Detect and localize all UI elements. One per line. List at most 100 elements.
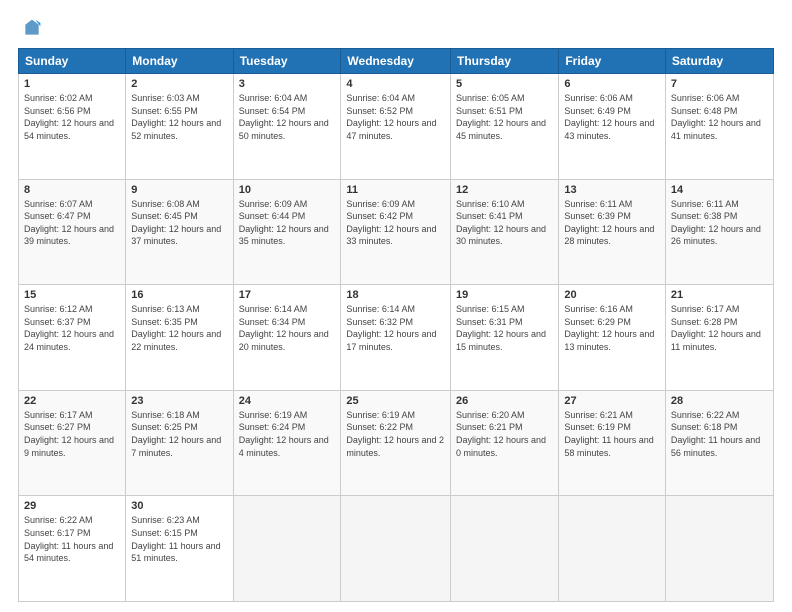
day-number: 11 [346, 184, 445, 196]
calendar-cell: 11 Sunrise: 6:09 AMSunset: 6:42 PMDayligh… [341, 179, 451, 285]
day-number: 7 [671, 78, 768, 90]
day-number: 19 [456, 289, 553, 301]
calendar-cell: 25Sunrise: 6:19 AMSunset: 6:22 PMDayligh… [341, 390, 451, 496]
day-info: Sunrise: 6:11 AMSunset: 6:38 PMDaylight:… [671, 198, 768, 248]
calendar-cell: 13 Sunrise: 6:11 AMSunset: 6:39 PMDayligh… [559, 179, 666, 285]
day-number: 26 [456, 395, 553, 407]
day-info: Sunrise: 6:21 AMSunset: 6:19 PMDaylight:… [564, 409, 660, 459]
day-number: 21 [671, 289, 768, 301]
day-info: Sunrise: 6:18 AMSunset: 6:25 PMDaylight:… [131, 409, 227, 459]
calendar-cell: 10Sunrise: 6:09 AMSunset: 6:44 PMDayligh… [233, 179, 341, 285]
day-number: 17 [239, 289, 336, 301]
calendar-cell [665, 496, 773, 602]
calendar-cell: 9Sunrise: 6:08 AMSunset: 6:45 PMDaylight… [126, 179, 233, 285]
day-number: 27 [564, 395, 660, 407]
header [18, 18, 774, 38]
calendar-cell: 12Sunrise: 6:10 AMSunset: 6:41 PMDayligh… [451, 179, 559, 285]
day-info: Sunrise: 6:19 AMSunset: 6:24 PMDaylight:… [239, 409, 336, 459]
calendar-cell: 2 Sunrise: 6:03 AMSunset: 6:55 PMDaylight… [126, 74, 233, 180]
day-number: 30 [131, 500, 227, 512]
day-number: 25 [346, 395, 445, 407]
calendar-cell: 4 Sunrise: 6:04 AMSunset: 6:52 PMDaylight… [341, 74, 451, 180]
day-number: 20 [564, 289, 660, 301]
day-header-wednesday: Wednesday [341, 49, 451, 74]
day-header-sunday: Sunday [19, 49, 126, 74]
calendar-cell: 28 Sunrise: 6:22 AMSunset: 6:18 PMDayligh… [665, 390, 773, 496]
calendar-week-row: 15 Sunrise: 6:12 AMSunset: 6:37 PMDayligh… [19, 285, 774, 391]
calendar-cell: 5 Sunrise: 6:05 AMSunset: 6:51 PMDaylight… [451, 74, 559, 180]
calendar-week-row: 8Sunrise: 6:07 AMSunset: 6:47 PMDaylight… [19, 179, 774, 285]
day-info: Sunrise: 6:09 AMSunset: 6:42 PMDaylight:… [346, 198, 445, 248]
day-number: 24 [239, 395, 336, 407]
calendar-cell: 1Sunrise: 6:02 AMSunset: 6:56 PMDaylight… [19, 74, 126, 180]
day-info: Sunrise: 6:05 AMSunset: 6:51 PMDaylight:… [456, 92, 553, 142]
calendar-cell: 8Sunrise: 6:07 AMSunset: 6:47 PMDaylight… [19, 179, 126, 285]
day-number: 23 [131, 395, 227, 407]
day-info: Sunrise: 6:15 AMSunset: 6:31 PMDaylight:… [456, 303, 553, 353]
calendar-cell: 6 Sunrise: 6:06 AMSunset: 6:49 PMDaylight… [559, 74, 666, 180]
day-number: 28 [671, 395, 768, 407]
calendar-cell: 23 Sunrise: 6:18 AMSunset: 6:25 PMDayligh… [126, 390, 233, 496]
day-number: 8 [24, 184, 120, 196]
day-number: 4 [346, 78, 445, 90]
day-number: 22 [24, 395, 120, 407]
day-info: Sunrise: 6:22 AMSunset: 6:18 PMDaylight:… [671, 409, 768, 459]
day-number: 6 [564, 78, 660, 90]
day-info: Sunrise: 6:14 AMSunset: 6:32 PMDaylight:… [346, 303, 445, 353]
day-number: 12 [456, 184, 553, 196]
calendar-cell: 26 Sunrise: 6:20 AMSunset: 6:21 PMDayligh… [451, 390, 559, 496]
day-number: 14 [671, 184, 768, 196]
day-number: 9 [131, 184, 227, 196]
logo-icon [22, 18, 42, 38]
day-info: Sunrise: 6:12 AMSunset: 6:37 PMDaylight:… [24, 303, 120, 353]
calendar-cell: 18 Sunrise: 6:14 AMSunset: 6:32 PMDayligh… [341, 285, 451, 391]
calendar-cell: 29 Sunrise: 6:22 AMSunset: 6:17 PMDayligh… [19, 496, 126, 602]
day-info: Sunrise: 6:11 AMSunset: 6:39 PMDaylight:… [564, 198, 660, 248]
calendar-cell: 16 Sunrise: 6:13 AMSunset: 6:35 PMDayligh… [126, 285, 233, 391]
logo [18, 18, 44, 38]
day-number: 16 [131, 289, 227, 301]
day-info: Sunrise: 6:04 AMSunset: 6:52 PMDaylight:… [346, 92, 445, 142]
calendar-cell: 7Sunrise: 6:06 AMSunset: 6:48 PMDaylight… [665, 74, 773, 180]
calendar-cell [559, 496, 666, 602]
day-header-tuesday: Tuesday [233, 49, 341, 74]
day-info: Sunrise: 6:02 AMSunset: 6:56 PMDaylight:… [24, 92, 120, 142]
day-info: Sunrise: 6:16 AMSunset: 6:29 PMDaylight:… [564, 303, 660, 353]
day-info: Sunrise: 6:20 AMSunset: 6:21 PMDaylight:… [456, 409, 553, 459]
day-header-thursday: Thursday [451, 49, 559, 74]
day-info: Sunrise: 6:06 AMSunset: 6:49 PMDaylight:… [564, 92, 660, 142]
calendar-cell: 20 Sunrise: 6:16 AMSunset: 6:29 PMDayligh… [559, 285, 666, 391]
calendar-cell [451, 496, 559, 602]
day-number: 13 [564, 184, 660, 196]
day-header-saturday: Saturday [665, 49, 773, 74]
calendar-cell: 19 Sunrise: 6:15 AMSunset: 6:31 PMDayligh… [451, 285, 559, 391]
calendar-cell: 27 Sunrise: 6:21 AMSunset: 6:19 PMDayligh… [559, 390, 666, 496]
calendar-cell: 21Sunrise: 6:17 AMSunset: 6:28 PMDayligh… [665, 285, 773, 391]
day-info: Sunrise: 6:09 AMSunset: 6:44 PMDaylight:… [239, 198, 336, 248]
day-info: Sunrise: 6:17 AMSunset: 6:27 PMDaylight:… [24, 409, 120, 459]
calendar-cell [341, 496, 451, 602]
calendar-cell: 17 Sunrise: 6:14 AMSunset: 6:34 PMDayligh… [233, 285, 341, 391]
day-header-friday: Friday [559, 49, 666, 74]
calendar-cell: 3Sunrise: 6:04 AMSunset: 6:54 PMDaylight… [233, 74, 341, 180]
day-info: Sunrise: 6:14 AMSunset: 6:34 PMDaylight:… [239, 303, 336, 353]
calendar-cell: 14 Sunrise: 6:11 AMSunset: 6:38 PMDayligh… [665, 179, 773, 285]
day-number: 5 [456, 78, 553, 90]
calendar-cell [233, 496, 341, 602]
day-number: 18 [346, 289, 445, 301]
day-number: 2 [131, 78, 227, 90]
day-info: Sunrise: 6:22 AMSunset: 6:17 PMDaylight:… [24, 514, 120, 564]
calendar-week-row: 29 Sunrise: 6:22 AMSunset: 6:17 PMDayligh… [19, 496, 774, 602]
page: SundayMondayTuesdayWednesdayThursdayFrid… [0, 0, 792, 612]
calendar-body: 1Sunrise: 6:02 AMSunset: 6:56 PMDaylight… [19, 74, 774, 602]
day-number: 29 [24, 500, 120, 512]
day-info: Sunrise: 6:03 AMSunset: 6:55 PMDaylight:… [131, 92, 227, 142]
calendar-cell: 30 Sunrise: 6:23 AMSunset: 6:15 PMDayligh… [126, 496, 233, 602]
calendar-week-row: 22 Sunrise: 6:17 AMSunset: 6:27 PMDayligh… [19, 390, 774, 496]
calendar-cell: 15 Sunrise: 6:12 AMSunset: 6:37 PMDayligh… [19, 285, 126, 391]
day-number: 15 [24, 289, 120, 301]
day-info: Sunrise: 6:13 AMSunset: 6:35 PMDaylight:… [131, 303, 227, 353]
day-info: Sunrise: 6:23 AMSunset: 6:15 PMDaylight:… [131, 514, 227, 564]
calendar-header-row: SundayMondayTuesdayWednesdayThursdayFrid… [19, 49, 774, 74]
calendar-week-row: 1Sunrise: 6:02 AMSunset: 6:56 PMDaylight… [19, 74, 774, 180]
